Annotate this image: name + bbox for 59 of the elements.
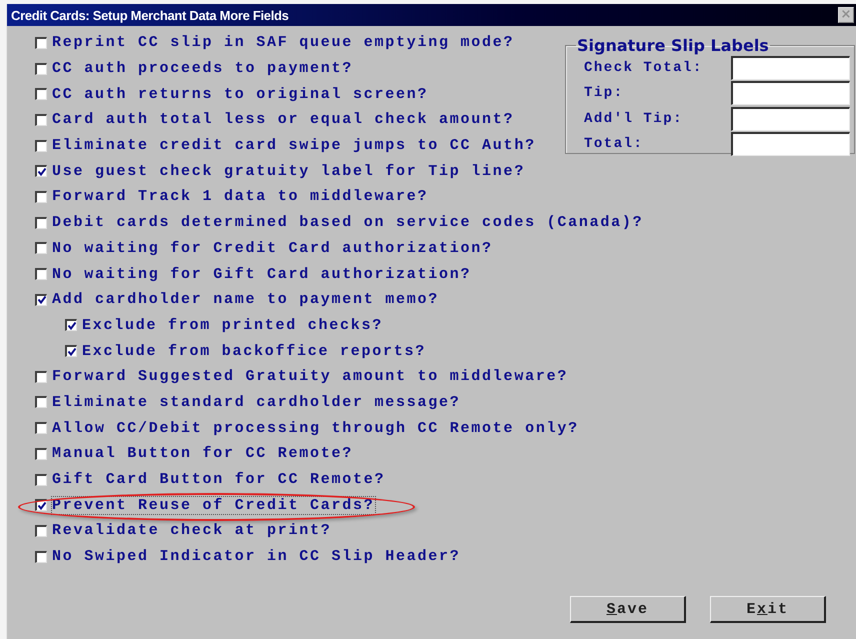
window-title: Credit Cards: Setup Merchant Data More Fields [11, 8, 289, 22]
option-label: Eliminate credit card swipe jumps to CC Auth? [52, 137, 536, 154]
option-label: Prevent Reuse of Credit Cards? [52, 496, 375, 514]
option-label: CC auth returns to original screen? [52, 86, 428, 103]
checkbox[interactable] [35, 140, 47, 152]
input-field[interactable] [731, 81, 850, 106]
option-label: Exclude from printed checks? [82, 316, 384, 334]
option-label: No waiting for Gift Card authorization? [52, 266, 472, 283]
checkbox[interactable] [35, 62, 47, 75]
checkmark-icon [68, 348, 76, 356]
checkbox[interactable] [35, 550, 47, 563]
checkbox[interactable] [35, 242, 47, 254]
checkbox[interactable] [35, 474, 47, 486]
checkmark-icon [38, 168, 46, 176]
group-title: Signature Slip Labels [576, 36, 770, 55]
checkbox[interactable] [35, 294, 47, 306]
option-label: Revalidate check at print? [52, 522, 332, 540]
option-label: Forward Track 1 data to middleware? [52, 188, 428, 206]
input-field[interactable] [731, 56, 850, 80]
input-field[interactable] [731, 106, 850, 131]
checkbox[interactable] [35, 36, 47, 49]
field-label: Tip: [584, 85, 624, 102]
option-label: Eliminate standard cardholder message? [52, 394, 461, 411]
option-label: Use guest check gratuity label for Tip line? [52, 162, 526, 180]
dialog-button[interactable]: Exit [710, 596, 826, 623]
checkbox[interactable] [35, 370, 47, 383]
checkbox[interactable] [35, 88, 47, 100]
checkbox[interactable] [35, 114, 47, 126]
checkbox[interactable] [35, 396, 47, 408]
checkmark-icon [38, 502, 46, 510]
option-label: CC auth proceeds to payment? [52, 60, 354, 78]
field-label: Total: [584, 136, 644, 152]
checkmark-icon [68, 322, 76, 330]
option-label: Gift Card Button for CC Remote? [52, 471, 386, 488]
option-label: Allow CC/Debit processing through CC Remote only? [52, 420, 579, 437]
field-label: Check Total: [584, 60, 703, 76]
checkmark-icon [38, 296, 46, 304]
checkbox[interactable] [35, 524, 47, 537]
input-field[interactable] [731, 132, 850, 156]
checkbox[interactable] [65, 319, 77, 332]
checkbox[interactable] [35, 165, 47, 178]
option-label: Card auth total less or equal check amount? [52, 111, 514, 128]
checkbox[interactable] [35, 448, 47, 460]
field-label: Add'l Tip: [584, 110, 684, 127]
checkbox[interactable] [35, 499, 47, 512]
option-label: Reprint CC slip in SAF queue emptying mode? [52, 34, 514, 52]
checkbox[interactable] [35, 268, 47, 280]
checkbox[interactable] [35, 216, 47, 229]
option-label: Manual Button for CC Remote? [52, 445, 354, 462]
option-label: Debit cards determined based on service codes (Canada)? [52, 214, 644, 232]
option-label: Forward Suggested Gratuity amount to middleware? [52, 368, 568, 386]
dialog-button[interactable]: Save [570, 596, 686, 623]
option-label: No waiting for Credit Card authorization? [52, 240, 493, 257]
option-label: No Swiped Indicator in CC Slip Header? [52, 548, 461, 566]
option-label: Exclude from backoffice reports? [82, 342, 426, 360]
checkbox[interactable] [65, 345, 77, 358]
option-label: Add cardholder name to payment memo? [52, 291, 440, 308]
checkbox[interactable] [35, 190, 47, 203]
checkbox[interactable] [35, 422, 47, 434]
